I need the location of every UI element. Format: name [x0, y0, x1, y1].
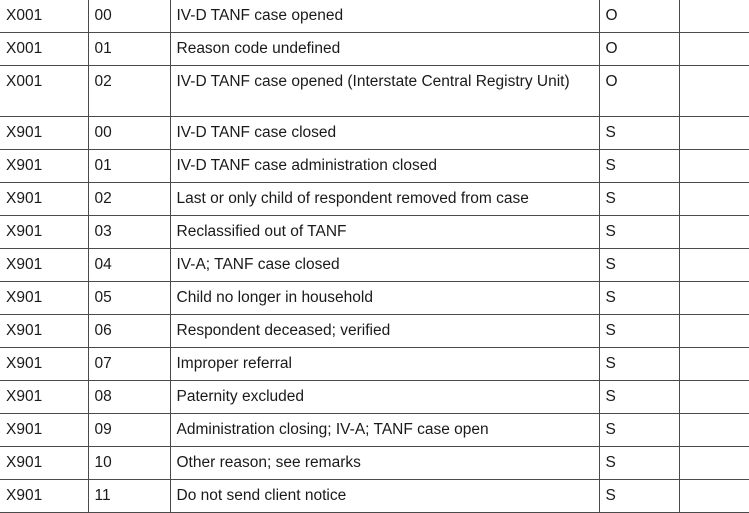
empty-cell	[678, 116, 749, 150]
flag-cell: S	[598, 182, 680, 216]
code-cell: X901	[0, 149, 89, 183]
table-row: X901 04 IV-A; TANF case closed S	[0, 248, 749, 282]
flag-cell: O	[598, 32, 680, 66]
code-cell: X901	[0, 479, 89, 513]
code-cell: X901	[0, 248, 89, 282]
code-cell: X901	[0, 413, 89, 447]
sub-code-cell: 00	[87, 0, 171, 33]
table-row: X901 02 Last or only child of respondent…	[0, 182, 749, 216]
sub-code-cell: 00	[87, 116, 171, 150]
code-cell: X901	[0, 314, 89, 348]
sub-code-cell: 07	[87, 347, 171, 381]
table-row: X901 03 Reclassified out of TANF S	[0, 215, 749, 249]
code-cell: X901	[0, 182, 89, 216]
sub-code-cell: 01	[87, 32, 171, 66]
table-row: X901 10 Other reason; see remarks S	[0, 446, 749, 480]
empty-cell	[678, 446, 749, 480]
flag-cell: S	[598, 281, 680, 315]
table-row: X901 07 Improper referral S	[0, 347, 749, 381]
description-cell: Child no longer in household	[169, 281, 600, 315]
code-cell: X001	[0, 0, 89, 33]
code-cell: X901	[0, 347, 89, 381]
empty-cell	[678, 65, 749, 117]
flag-cell: S	[598, 347, 680, 381]
sub-code-cell: 02	[87, 65, 171, 117]
table-row: X901 11 Do not send client notice S	[0, 479, 749, 513]
empty-cell	[678, 182, 749, 216]
description-cell: IV-D TANF case opened (Interstate Centra…	[169, 65, 600, 117]
flag-cell: O	[598, 65, 680, 117]
sub-code-cell: 11	[87, 479, 171, 513]
description-cell: Administration closing; IV-A; TANF case …	[169, 413, 600, 447]
empty-cell	[678, 347, 749, 381]
flag-cell: S	[598, 248, 680, 282]
flag-cell: S	[598, 215, 680, 249]
empty-cell	[678, 380, 749, 414]
empty-cell	[678, 149, 749, 183]
table-row: X901 05 Child no longer in household S	[0, 281, 749, 315]
sub-code-cell: 05	[87, 281, 171, 315]
empty-cell	[678, 413, 749, 447]
code-cell: X901	[0, 116, 89, 150]
description-cell: Improper referral	[169, 347, 600, 381]
empty-cell	[678, 281, 749, 315]
table-row: X001 02 IV-D TANF case opened (Interstat…	[0, 65, 749, 117]
sub-code-cell: 03	[87, 215, 171, 249]
flag-cell: O	[598, 0, 680, 33]
flag-cell: S	[598, 314, 680, 348]
code-cell: X001	[0, 65, 89, 117]
reason-code-table-body: X001 00 IV-D TANF case opened O X001 01 …	[0, 0, 749, 513]
code-cell: X901	[0, 446, 89, 480]
code-cell: X901	[0, 215, 89, 249]
empty-cell	[678, 314, 749, 348]
sub-code-cell: 10	[87, 446, 171, 480]
empty-cell	[678, 248, 749, 282]
description-cell: IV-D TANF case opened	[169, 0, 600, 33]
code-cell: X001	[0, 32, 89, 66]
code-cell: X901	[0, 380, 89, 414]
flag-cell: S	[598, 149, 680, 183]
table-row: X901 08 Paternity excluded S	[0, 380, 749, 414]
sub-code-cell: 02	[87, 182, 171, 216]
flag-cell: S	[598, 116, 680, 150]
flag-cell: S	[598, 479, 680, 513]
flag-cell: S	[598, 446, 680, 480]
sub-code-cell: 04	[87, 248, 171, 282]
description-cell: IV-D TANF case closed	[169, 116, 600, 150]
description-cell: IV-A; TANF case closed	[169, 248, 600, 282]
flag-cell: S	[598, 413, 680, 447]
table-row: X901 01 IV-D TANF case administration cl…	[0, 149, 749, 183]
empty-cell	[678, 479, 749, 513]
description-cell: Respondent deceased; verified	[169, 314, 600, 348]
description-cell: Other reason; see remarks	[169, 446, 600, 480]
sub-code-cell: 09	[87, 413, 171, 447]
empty-cell	[678, 215, 749, 249]
table-row: X901 06 Respondent deceased; verified S	[0, 314, 749, 348]
table-row: X001 01 Reason code undefined O	[0, 32, 749, 66]
description-cell: Do not send client notice	[169, 479, 600, 513]
sub-code-cell: 08	[87, 380, 171, 414]
sub-code-cell: 01	[87, 149, 171, 183]
empty-cell	[678, 0, 749, 33]
description-cell: Reason code undefined	[169, 32, 600, 66]
description-cell: Reclassified out of TANF	[169, 215, 600, 249]
reason-code-table: X001 00 IV-D TANF case opened O X001 01 …	[0, 0, 749, 513]
description-cell: Paternity excluded	[169, 380, 600, 414]
code-cell: X901	[0, 281, 89, 315]
description-cell: Last or only child of respondent removed…	[169, 182, 600, 216]
table-row: X901 00 IV-D TANF case closed S	[0, 116, 749, 150]
flag-cell: S	[598, 380, 680, 414]
table-row: X901 09 Administration closing; IV-A; TA…	[0, 413, 749, 447]
sub-code-cell: 06	[87, 314, 171, 348]
empty-cell	[678, 32, 749, 66]
table-row: X001 00 IV-D TANF case opened O	[0, 0, 749, 33]
description-cell: IV-D TANF case administration closed	[169, 149, 600, 183]
